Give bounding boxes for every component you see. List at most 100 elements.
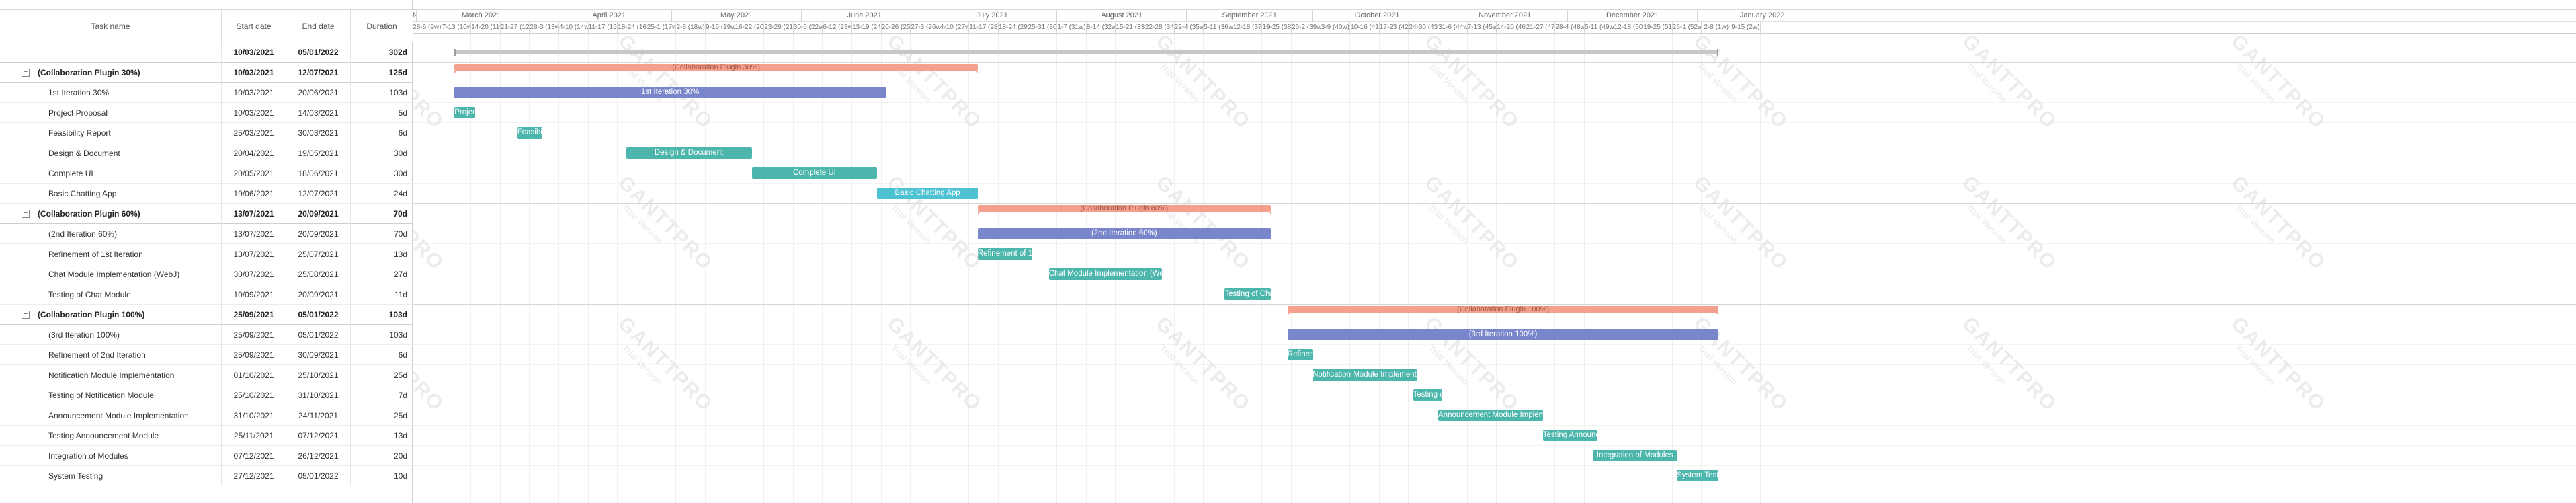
start-date: 25/09/2021 bbox=[222, 305, 286, 325]
task-bar[interactable]: Complete UI bbox=[751, 167, 878, 179]
watermark-title: GANTTPRO bbox=[1420, 30, 1524, 134]
task-bar[interactable]: System Testing bbox=[1677, 470, 1719, 481]
start-date: 30/07/2021 bbox=[222, 264, 286, 284]
task-bar[interactable]: Announcement Module Implementation bbox=[1438, 410, 1543, 421]
task-bar[interactable]: Chat Module Implementation (WebJ) bbox=[1048, 268, 1162, 280]
summary-end-tick bbox=[1717, 49, 1719, 56]
gantt-chart-area[interactable]: NMarch 2021April 2021May 2021June 2021Ju… bbox=[413, 0, 2576, 503]
end-date: 14/03/2021 bbox=[286, 103, 351, 123]
task-bar[interactable]: Projec... bbox=[454, 107, 476, 118]
row-gridline bbox=[413, 445, 2576, 446]
task-bar[interactable]: Notification Module Implementation bbox=[1313, 369, 1417, 381]
task-bar[interactable]: Basic Chatting App bbox=[877, 188, 978, 199]
bar-end-cap bbox=[1716, 313, 1719, 315]
watermark-title: GANTTPRO bbox=[1151, 30, 1255, 134]
column-header-task-name[interactable]: Task name bbox=[0, 10, 222, 42]
watermark-subtitle: Trial Version bbox=[889, 61, 933, 105]
task-row[interactable]: Project Proposal 10/03/2021 14/03/2021 5d bbox=[0, 103, 413, 123]
end-date: 12/07/2021 bbox=[286, 63, 351, 83]
week-gridline bbox=[1173, 34, 1175, 503]
task-row[interactable]: Basic Chatting App 19/06/2021 12/07/2021 24… bbox=[0, 184, 413, 204]
end-date: 26/12/2021 bbox=[286, 446, 351, 466]
bar-label: Announcement Module Implementation bbox=[1438, 411, 1543, 419]
watermark-title: GANTTPRO bbox=[1689, 171, 1792, 275]
group-row[interactable]: − (Collaboration Plugin 30%) 10/03/2021 12/… bbox=[0, 63, 413, 83]
week-gridline bbox=[1496, 34, 1497, 503]
task-row[interactable]: Testing of Chat Module 10/09/2021 20/09/20… bbox=[0, 284, 413, 305]
task-row[interactable]: Notification Module Implementation 01/10/… bbox=[0, 365, 413, 385]
task-row[interactable]: (3rd Iteration 100%) 25/09/2021 05/01/2022… bbox=[0, 325, 413, 345]
task-row[interactable]: Complete UI 20/05/2021 18/06/2021 30d bbox=[0, 163, 413, 184]
task-row[interactable]: Integration of Modules 07/12/2021 26/12/20… bbox=[0, 446, 413, 466]
timescale-week: 4-10 (14w) bbox=[559, 22, 589, 33]
duration: 13d bbox=[393, 431, 407, 440]
timescale-week: 28-6 (9w) bbox=[413, 22, 442, 33]
timescale-week: 14-20 (46w) bbox=[1497, 22, 1526, 33]
timescale-week: 25-1 (17w) bbox=[647, 22, 677, 33]
task-name: Integration of Modules bbox=[0, 446, 222, 466]
task-bar[interactable]: Integration of Modules bbox=[1593, 450, 1677, 461]
bar-label: Testing of ... bbox=[1413, 391, 1443, 399]
bar-label: (3rd Iteration 100%) bbox=[1468, 330, 1538, 338]
task-row[interactable]: System Testing 27/12/2021 05/01/2022 10d bbox=[0, 466, 413, 486]
iteration-bar[interactable]: 1st Iteration 30% bbox=[454, 87, 886, 98]
watermark-subtitle: Trial Version bbox=[889, 343, 933, 387]
end-date: 25/08/2021 bbox=[286, 264, 351, 284]
week-gridline bbox=[1466, 34, 1468, 503]
task-bar[interactable]: Refinem... bbox=[1287, 349, 1313, 360]
task-bar[interactable]: Feasibil... bbox=[517, 127, 543, 139]
timescale-month: August 2021 bbox=[1057, 10, 1188, 22]
timescale-week: 11-17 (28w) bbox=[969, 22, 999, 33]
duration: 103d bbox=[389, 330, 407, 340]
column-header-duration[interactable]: Duration bbox=[351, 10, 413, 42]
project-bar[interactable]: (Collaboration Plugin 100%) bbox=[1287, 306, 1719, 315]
watermark-subtitle: Trial Version bbox=[413, 61, 454, 163]
timescale-week: 9-15 (19w) bbox=[706, 22, 735, 33]
task-bar[interactable]: Design & Document bbox=[626, 147, 752, 159]
iteration-bar[interactable]: (2nd Iteration 60%) bbox=[977, 228, 1271, 239]
task-row[interactable]: (2nd Iteration 60%) 13/07/2021 20/09/2021 7… bbox=[0, 224, 413, 244]
task-row[interactable]: Design & Document 20/04/2021 19/05/2021 30d bbox=[0, 143, 413, 163]
timescale-week: 3-9 (40w) bbox=[1321, 22, 1351, 33]
column-header-start-date[interactable]: Start date bbox=[222, 10, 286, 42]
watermark-subtitle: Trial Version bbox=[1427, 61, 1471, 105]
task-name: Project Proposal bbox=[0, 103, 222, 123]
timescale-month: April 2021 bbox=[546, 10, 673, 22]
watermark-subtitle: Trial Version bbox=[2233, 343, 2278, 387]
task-bar[interactable]: Testing of Chat M... bbox=[1224, 288, 1271, 300]
task-row[interactable]: Chat Module Implementation (WebJ) 30/07/2… bbox=[0, 264, 413, 284]
project-summary-bar[interactable] bbox=[454, 49, 1719, 56]
bar-label: Complete UI bbox=[792, 169, 836, 177]
task-row[interactable]: Refinement of 1st Iteration 13/07/2021 25/… bbox=[0, 244, 413, 264]
task-row[interactable]: Testing Announcement Module 25/11/2021 07/… bbox=[0, 426, 413, 446]
row-gridline bbox=[413, 304, 2576, 305]
task-bar[interactable]: Refinement of 1st Iter... bbox=[977, 248, 1032, 260]
group-row[interactable]: − (Collaboration Plugin 60%) 13/07/2021 20/… bbox=[0, 204, 413, 224]
watermark-subtitle: Trial Version bbox=[1696, 202, 1740, 246]
duration: 25d bbox=[393, 411, 407, 420]
task-grid: Task name Start date End date Duration 1… bbox=[0, 0, 413, 503]
watermark: GANTTPROTrial Version bbox=[1115, 313, 1276, 474]
row-gridline bbox=[413, 183, 2576, 184]
start-date: 31/10/2021 bbox=[222, 405, 286, 426]
column-header-end-date[interactable]: End date bbox=[286, 10, 351, 42]
task-bar[interactable]: Testing of ... bbox=[1413, 389, 1443, 401]
task-row[interactable]: Refinement of 2nd Iteration 25/09/2021 30/… bbox=[0, 345, 413, 365]
timescale-week: 19-25 (38w) bbox=[1262, 22, 1292, 33]
summary-row[interactable]: 10/03/2021 05/01/2022 302d bbox=[0, 42, 413, 63]
grid-header: Task name Start date End date Duration bbox=[0, 9, 413, 42]
duration: 7d bbox=[398, 391, 407, 400]
project-bar[interactable]: (Collaboration Plugin 60%) bbox=[977, 205, 1271, 215]
week-gridline bbox=[998, 34, 999, 503]
task-row[interactable]: Feasibility Report 25/03/2021 30/03/2021 6d bbox=[0, 123, 413, 143]
group-row[interactable]: − (Collaboration Plugin 100%) 25/09/2021 05… bbox=[0, 305, 413, 325]
task-row[interactable]: 1st Iteration 30% 10/03/2021 20/06/2021 103… bbox=[0, 83, 413, 103]
duration: 6d bbox=[398, 128, 407, 138]
timescale-month: January 2022 bbox=[1698, 10, 1828, 22]
task-row[interactable]: Testing of Notification Module 25/10/2021… bbox=[0, 385, 413, 405]
project-bar[interactable]: (Collaboration Plugin 30%) bbox=[454, 64, 978, 73]
task-bar[interactable]: Testing Announceme... bbox=[1542, 430, 1597, 441]
iteration-bar[interactable]: (3rd Iteration 100%) bbox=[1287, 329, 1719, 340]
task-row[interactable]: Announcement Module Implementation 31/10/… bbox=[0, 405, 413, 426]
watermark: GANTTPROTrial Version bbox=[577, 313, 739, 474]
